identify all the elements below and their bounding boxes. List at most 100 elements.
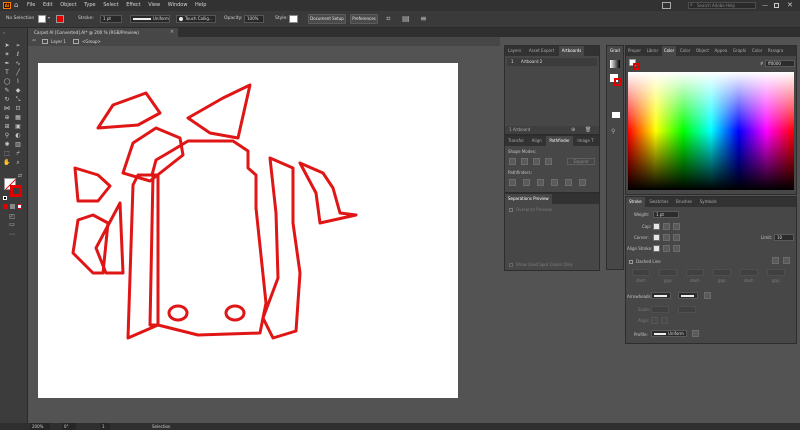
direct-selection-tool-icon[interactable]: ➢	[14, 42, 22, 49]
profile-select[interactable]: Uniform	[651, 330, 687, 337]
menu-window[interactable]: Window	[168, 0, 188, 11]
chevron-down-icon[interactable]: ▾	[48, 15, 50, 20]
hex-field[interactable]: ff0000	[765, 60, 795, 67]
color-mode-icon[interactable]	[3, 204, 8, 209]
lasso-tool-icon[interactable]: ℓ	[14, 51, 22, 58]
stroke-weight-field[interactable]: 1 pt	[100, 15, 122, 23]
artboard-navigator[interactable]: 1	[100, 423, 110, 430]
overprint-checkbox[interactable]	[509, 208, 513, 212]
magic-wand-tool-icon[interactable]: ✶	[3, 51, 11, 58]
minus-back-button[interactable]	[579, 179, 586, 186]
line-tool-icon[interactable]: ╱	[14, 69, 22, 76]
zoom-field[interactable]: 200%	[30, 423, 50, 430]
miter-join-button[interactable]	[653, 234, 660, 241]
breadcrumb-group[interactable]: <Group>	[82, 37, 101, 46]
artboard-row-name[interactable]: Artboard 2	[521, 58, 542, 66]
type-tool-icon[interactable]: T	[3, 69, 11, 76]
fill-swatch[interactable]	[38, 15, 46, 23]
artboard[interactable]	[38, 63, 458, 398]
curvature-tool-icon[interactable]: ∿	[14, 60, 22, 67]
tab-layers[interactable]: Layers	[505, 46, 524, 56]
tab-properties[interactable]: Proper	[626, 46, 643, 56]
rotation-field[interactable]: 0°	[62, 423, 76, 430]
opacity-field[interactable]: 100%	[244, 15, 264, 23]
minus-front-button[interactable]	[521, 158, 528, 165]
search-field[interactable]: ⌕ Search Adobe Help	[688, 2, 756, 9]
carpet-artwork[interactable]	[38, 63, 458, 398]
menu-object[interactable]: Object	[60, 0, 76, 11]
tab-graphic-styles[interactable]: Graphi	[731, 46, 748, 56]
close-button[interactable]: ✕	[787, 0, 793, 11]
menu-type[interactable]: Type	[84, 0, 95, 11]
color-stroke-icon[interactable]	[633, 63, 640, 70]
delete-artboard-icon[interactable]: 🗑	[585, 126, 591, 134]
panel-menu-icon[interactable]: ≡	[420, 14, 427, 23]
brush-definition[interactable]: Touch Callig...	[176, 15, 216, 23]
graph-tool-icon[interactable]: ▥	[14, 141, 22, 148]
arrowhead-start-select[interactable]	[651, 292, 671, 299]
expand-button[interactable]: Expand	[567, 158, 595, 165]
width-tool-icon[interactable]: ⋈	[3, 105, 11, 112]
artboard-tool-icon[interactable]: ⬚	[3, 150, 11, 157]
artboard-row[interactable]: 1 Artboard 2	[507, 58, 597, 66]
gradient-mode-icon[interactable]	[10, 204, 15, 209]
variable-width-profile[interactable]: Uniform	[130, 15, 170, 23]
tab-appearance[interactable]: Appea	[713, 46, 730, 56]
canvas-area[interactable]	[28, 46, 500, 423]
free-transform-tool-icon[interactable]: ⊡	[14, 105, 22, 112]
swap-arrowheads-button[interactable]	[704, 292, 711, 299]
restore-button[interactable]	[774, 3, 779, 8]
home-icon[interactable]: ⌂	[14, 0, 18, 11]
tab-paragraph[interactable]: Paragra	[766, 46, 785, 56]
eraser-tool-icon[interactable]: ◆	[14, 87, 22, 94]
transform-icon[interactable]: ⌗	[386, 14, 391, 24]
breadcrumb-layer[interactable]: Layer 1	[51, 37, 66, 46]
tab-swatches[interactable]: Swatches	[646, 197, 671, 207]
stroke-swatch[interactable]	[56, 15, 64, 23]
spot-colors-checkbox[interactable]	[509, 263, 513, 267]
butt-cap-button[interactable]	[653, 223, 660, 230]
tab-transform[interactable]: Transfor	[505, 136, 527, 146]
trim-button[interactable]	[523, 179, 530, 186]
projecting-cap-button[interactable]	[673, 223, 680, 230]
tab-gradient[interactable]: Grad	[607, 46, 623, 56]
blend-tool-icon[interactable]: ◐	[14, 132, 22, 139]
strip-stroke-icon[interactable]	[614, 78, 622, 86]
symbol-sprayer-tool-icon[interactable]: ✺	[3, 141, 11, 148]
toolbar-collapse-icon[interactable]: «	[3, 30, 5, 35]
ellipse-tool-icon[interactable]: ◯	[3, 78, 11, 85]
gradient-tool-icon[interactable]: ▣	[14, 123, 22, 130]
rotate-tool-icon[interactable]: ↻	[3, 96, 11, 103]
tab-align[interactable]: Align	[529, 136, 545, 146]
scale-tool-icon[interactable]: ⤡	[14, 96, 22, 103]
limit-field[interactable]: 10	[774, 234, 794, 241]
paintbrush-tool-icon[interactable]: ⌇	[14, 78, 22, 85]
shape-builder-tool-icon[interactable]: ⊕	[3, 114, 11, 121]
weight-field[interactable]: 1 pt	[653, 211, 679, 218]
align-center-button[interactable]	[653, 245, 660, 252]
menu-file[interactable]: File	[27, 0, 35, 11]
tab-symbols[interactable]: Symbols	[697, 197, 720, 207]
tab-stroke[interactable]: Stroke	[626, 197, 645, 207]
bevel-join-button[interactable]	[673, 234, 680, 241]
tab-brushes[interactable]: Brushes	[673, 197, 695, 207]
menu-effect[interactable]: Effect	[126, 0, 140, 11]
round-join-button[interactable]	[663, 234, 670, 241]
close-tab-icon[interactable]: ×	[170, 28, 174, 37]
draw-mode-icon[interactable]: ◰	[8, 213, 16, 220]
pencil-tool-icon[interactable]: ✎	[3, 87, 11, 94]
menu-select[interactable]: Select	[103, 0, 118, 11]
strip-white-swatch[interactable]	[612, 112, 620, 118]
color-spectrum[interactable]	[628, 72, 794, 190]
preferences-button[interactable]: Preferences	[350, 14, 378, 24]
align-inside-button[interactable]	[663, 245, 670, 252]
tab-separations-preview[interactable]: Separations Preview	[505, 194, 552, 204]
tab-pathfinder[interactable]: Pathfinder	[546, 136, 573, 146]
new-artboard-icon[interactable]: ⊕	[571, 126, 575, 134]
flip-profile-button[interactable]	[692, 330, 699, 337]
intersect-button[interactable]	[533, 158, 540, 165]
back-arrow-icon[interactable]: ⇦	[32, 37, 36, 46]
merge-button[interactable]	[537, 179, 544, 186]
pen-tool-icon[interactable]: ✒	[3, 60, 11, 67]
mesh-tool-icon[interactable]: ⊞	[3, 123, 11, 130]
